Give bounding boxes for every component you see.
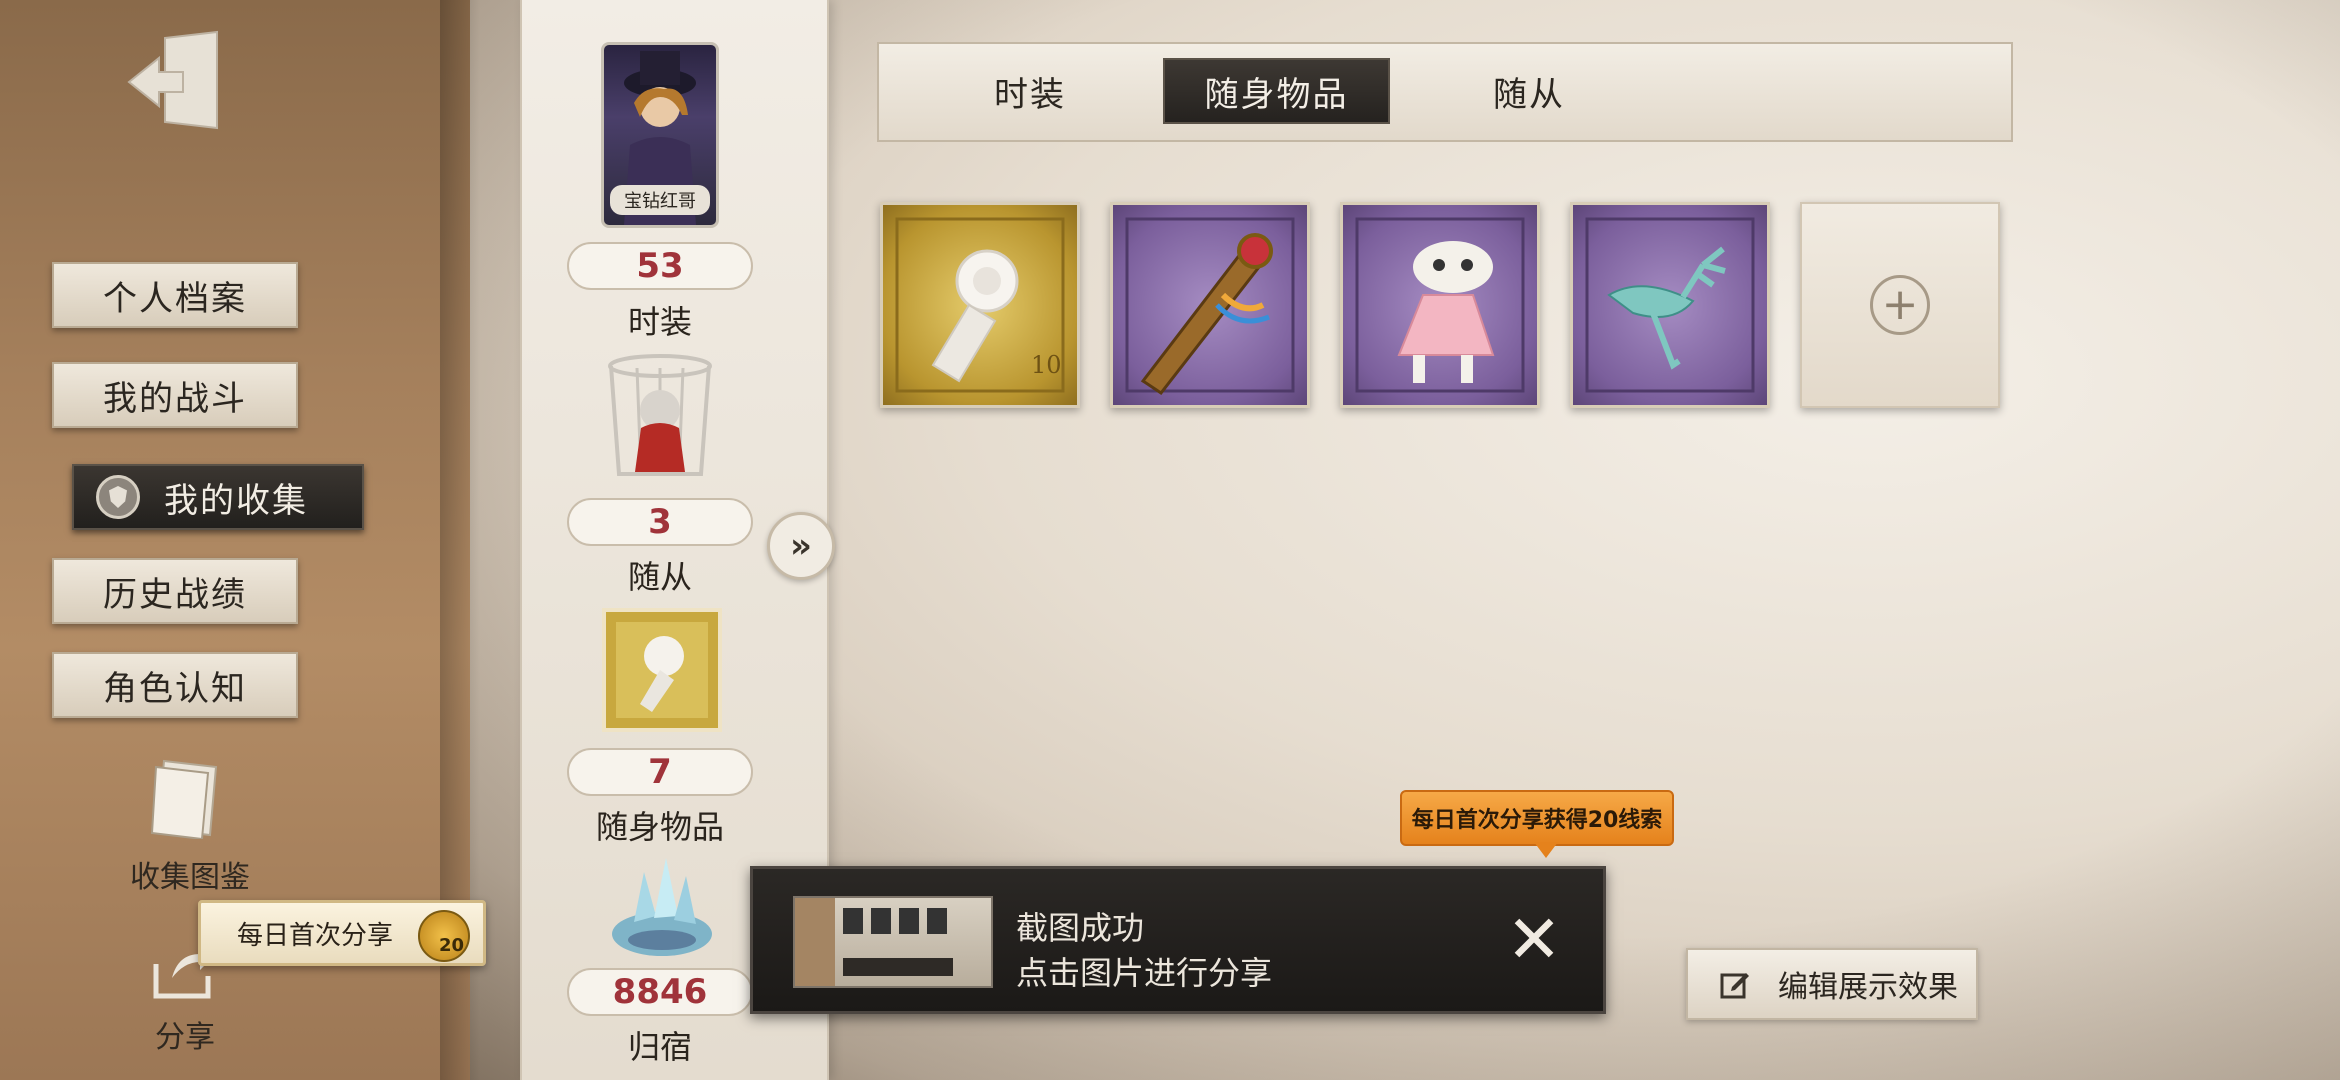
item-card-empty-slot[interactable]: + xyxy=(1800,202,2000,408)
tab-accessories[interactable]: 随身物品 xyxy=(1163,58,1390,124)
exit-door-icon[interactable] xyxy=(125,30,225,135)
collection-book-label[interactable]: 收集图鉴 xyxy=(110,852,270,896)
accessory-label: 随身物品 xyxy=(595,808,724,846)
item-card-jeweled-scepter[interactable] xyxy=(1110,202,1310,408)
menu-battles-button[interactable]: 我的战斗 xyxy=(52,362,298,428)
item-card-white-rose[interactable]: 10 xyxy=(880,202,1080,408)
reward-tip: 每日首次分享获得20线索 xyxy=(1400,790,1674,846)
menu-label: 我的战斗 xyxy=(103,378,247,419)
character-portrait-card[interactable]: 宝钻红哥 xyxy=(601,42,719,228)
menu-label: 个人档案 xyxy=(103,278,247,319)
pet-count: 3 xyxy=(567,498,753,546)
toast-subtitle: 点击图片进行分享 xyxy=(1016,954,1273,992)
home-crystal-icon[interactable] xyxy=(604,852,720,962)
tab-pets[interactable]: 随从 xyxy=(1444,58,1614,124)
expand-double-chevron-icon[interactable]: » xyxy=(767,512,835,580)
tooltip-text: 每日首次分享 xyxy=(237,920,394,951)
add-slot-icon: + xyxy=(1870,275,1930,335)
menu-history-button[interactable]: 历史战绩 xyxy=(52,558,298,624)
book-icon[interactable] xyxy=(150,757,222,841)
edit-display-button[interactable]: 编辑展示效果 xyxy=(1686,948,1978,1020)
tab-costumes[interactable]: 时装 xyxy=(945,58,1115,124)
menu-profile-button[interactable]: 个人档案 xyxy=(52,262,298,328)
reward-tip-pointer xyxy=(1534,842,1558,858)
white-rose-bouquet-icon: 10 xyxy=(895,217,1065,393)
clue-reward-badge: 20 xyxy=(418,910,470,962)
close-icon[interactable]: ✕ xyxy=(1500,906,1568,974)
svg-text:10: 10 xyxy=(1031,351,1062,379)
shield-icon xyxy=(96,475,140,519)
menu-label: 历史战绩 xyxy=(103,574,247,615)
teal-deer-icon xyxy=(1585,217,1755,393)
pet-cage-icon[interactable] xyxy=(591,352,729,482)
costume-label: 时装 xyxy=(627,303,692,341)
menu-character-button[interactable]: 角色认知 xyxy=(52,652,298,718)
item-card-pink-doll[interactable] xyxy=(1340,202,1540,408)
share-label[interactable]: 分享 xyxy=(130,1012,240,1056)
accessory-thumb-icon[interactable] xyxy=(602,608,722,732)
menu-label: 角色认知 xyxy=(103,668,247,709)
home-label: 归宿 xyxy=(627,1028,692,1066)
card-name: 宝钻红哥 xyxy=(610,185,710,215)
home-count: 8846 xyxy=(567,968,753,1016)
item-card-teal-deer[interactable] xyxy=(1570,202,1770,408)
accessory-count: 7 xyxy=(567,748,753,796)
jeweled-scepter-icon xyxy=(1125,217,1295,396)
edit-button-label: 编辑展示效果 xyxy=(1778,970,1958,1005)
menu-label: 我的收集 xyxy=(164,480,308,521)
edit-pencil-icon xyxy=(1720,973,1749,999)
pink-dress-doll-icon xyxy=(1355,217,1525,393)
pet-label: 随从 xyxy=(627,558,692,596)
menu-collection-button[interactable]: 我的收集 xyxy=(72,464,364,530)
costume-count: 53 xyxy=(567,242,753,290)
screenshot-thumbnail[interactable] xyxy=(793,896,993,988)
toast-title: 截图成功 xyxy=(1016,909,1145,947)
